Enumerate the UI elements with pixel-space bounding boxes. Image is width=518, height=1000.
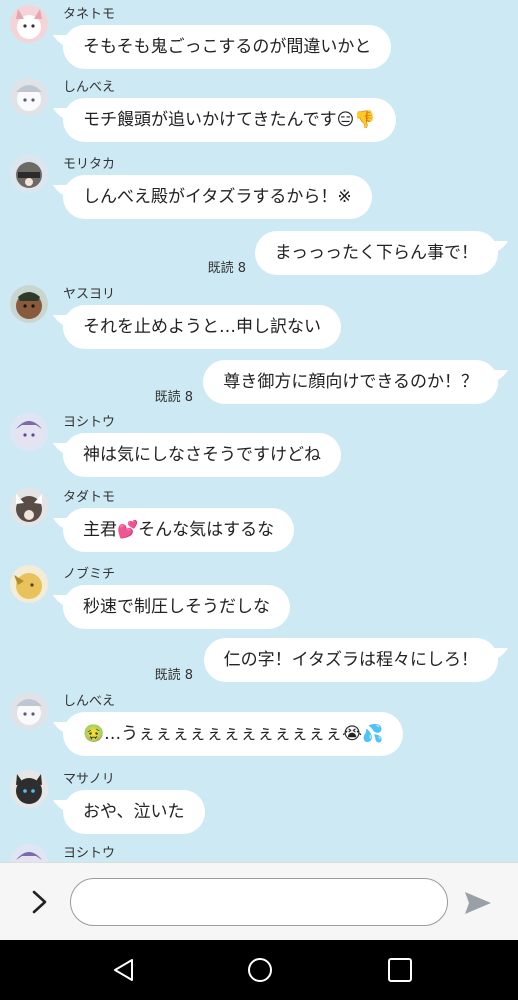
message-text: そもそも鬼ごっこするのが間違いかと (83, 37, 372, 57)
nav-recents-icon (388, 958, 412, 982)
message-input[interactable] (70, 878, 448, 926)
message-bubble[interactable]: 秒速で制圧しそうだしな (63, 585, 290, 629)
send-arrow-icon (465, 892, 491, 914)
message-bubble[interactable]: おや、泣いた (63, 790, 205, 834)
message-input-bar (0, 862, 518, 941)
sender-name: ノブミチ (63, 567, 116, 582)
white-cat-avatar-icon (10, 78, 48, 116)
nav-recents-button[interactable] (386, 956, 414, 984)
message-text: それを止めようと…申し訳ない (83, 317, 321, 337)
avatar[interactable] (10, 413, 48, 451)
black-wolf-avatar-icon (10, 770, 48, 808)
avatar[interactable] (10, 5, 48, 43)
nav-home-button[interactable] (246, 956, 274, 984)
message-text: …うぇぇぇぇぇぇぇぇぇぇぇぇ (104, 724, 343, 744)
sender-name: しんべえ (63, 80, 116, 95)
sender-name: ヤスヨリ (63, 287, 116, 302)
avatar[interactable] (10, 692, 48, 730)
message-text: おや、泣いた (83, 802, 185, 822)
chat-area[interactable]: タネトモ そもそも鬼ごっこするのが間違いかと しんべえ モチ饅頭が追いかけてきた… (0, 0, 518, 862)
boar-avatar-icon (10, 285, 48, 323)
message-text: 尊き御方に顔向けできるのか！？ (223, 372, 478, 392)
avatar[interactable] (10, 488, 48, 526)
message-text: 秒速で制圧しそうだしな (83, 597, 270, 617)
message-bubble[interactable]: しんべえ殿がイタズラするから！※ (63, 175, 372, 219)
message-text: まっっったく下らん事で！ (274, 243, 478, 263)
read-receipt: 既読 8 (154, 390, 193, 405)
sender-name: ヨシトウ (63, 846, 116, 861)
chevron-right-icon (32, 890, 47, 914)
avatar[interactable] (10, 78, 48, 116)
sender-name: ヨシトウ (63, 415, 116, 430)
message-bubble[interactable]: 神は気にしなさそうですけどね (63, 433, 341, 477)
raccoon-avatar-icon (10, 155, 48, 193)
send-button[interactable] (462, 889, 494, 917)
message-bubble[interactable]: そもそも鬼ごっこするのが間違いかと (63, 25, 392, 69)
avatar[interactable] (10, 770, 48, 808)
message-text: 神は気にしなさそうですけどね (83, 445, 321, 465)
emoji-icon: 😑👎 (336, 110, 376, 130)
message-bubble[interactable]: 仁の字！イタズラは程々にしろ！ (203, 638, 498, 682)
sender-name: マサノリ (63, 772, 115, 787)
message-text: そんな気はするな (138, 520, 275, 540)
avatar[interactable] (10, 565, 48, 603)
nav-back-icon (114, 959, 133, 981)
read-receipt: 既読 8 (154, 668, 193, 683)
nav-home-icon (248, 958, 272, 982)
read-receipt: 既読 8 (207, 261, 246, 276)
message-text-prefix: 主君 (83, 520, 117, 540)
sender-name: しんべえ (63, 694, 116, 709)
sender-name: タネトモ (63, 7, 116, 22)
wolf-pink-avatar-icon (10, 5, 48, 43)
message-text: モチ饅頭が追いかけてきたんです (83, 110, 337, 130)
purple-beast-avatar-icon (10, 413, 48, 451)
system-navigation-bar (0, 940, 518, 1000)
avatar[interactable] (10, 285, 48, 323)
message-bubble[interactable]: まっっったく下らん事で！ (254, 231, 498, 275)
message-bubble[interactable]: それを止めようと…申し訳ない (63, 305, 341, 349)
message-text: しんべえ殿がイタズラするから！※ (83, 187, 352, 207)
message-bubble[interactable]: 主君💕そんな気はするな (63, 508, 295, 552)
wolf-scar-avatar-icon (10, 488, 48, 526)
yellow-dragon-avatar-icon (10, 565, 48, 603)
heart-emoji-icon: 💕 (117, 520, 139, 540)
message-bubble[interactable]: 尊き御方に顔向けできるのか！？ (203, 360, 498, 404)
message-bubble[interactable]: 🤢…うぇぇぇぇぇぇぇぇぇぇぇぇ😭💦 (63, 712, 404, 756)
white-cat-avatar-icon (10, 692, 48, 730)
purple-beast-avatar-icon (10, 844, 48, 862)
expand-button[interactable] (26, 887, 54, 917)
nav-back-button[interactable] (110, 956, 138, 984)
crying-emoji-icon: 😭💦 (342, 724, 384, 744)
avatar[interactable] (10, 844, 48, 862)
sender-name: タダトモ (63, 490, 116, 505)
sender-name: モリタカ (63, 157, 116, 172)
message-text: 仁の字！イタズラは程々にしろ！ (223, 650, 478, 670)
avatar[interactable] (10, 155, 48, 193)
message-bubble[interactable]: モチ饅頭が追いかけてきたんです😑👎 (63, 98, 396, 142)
sick-face-emoji-icon: 🤢 (83, 724, 105, 744)
